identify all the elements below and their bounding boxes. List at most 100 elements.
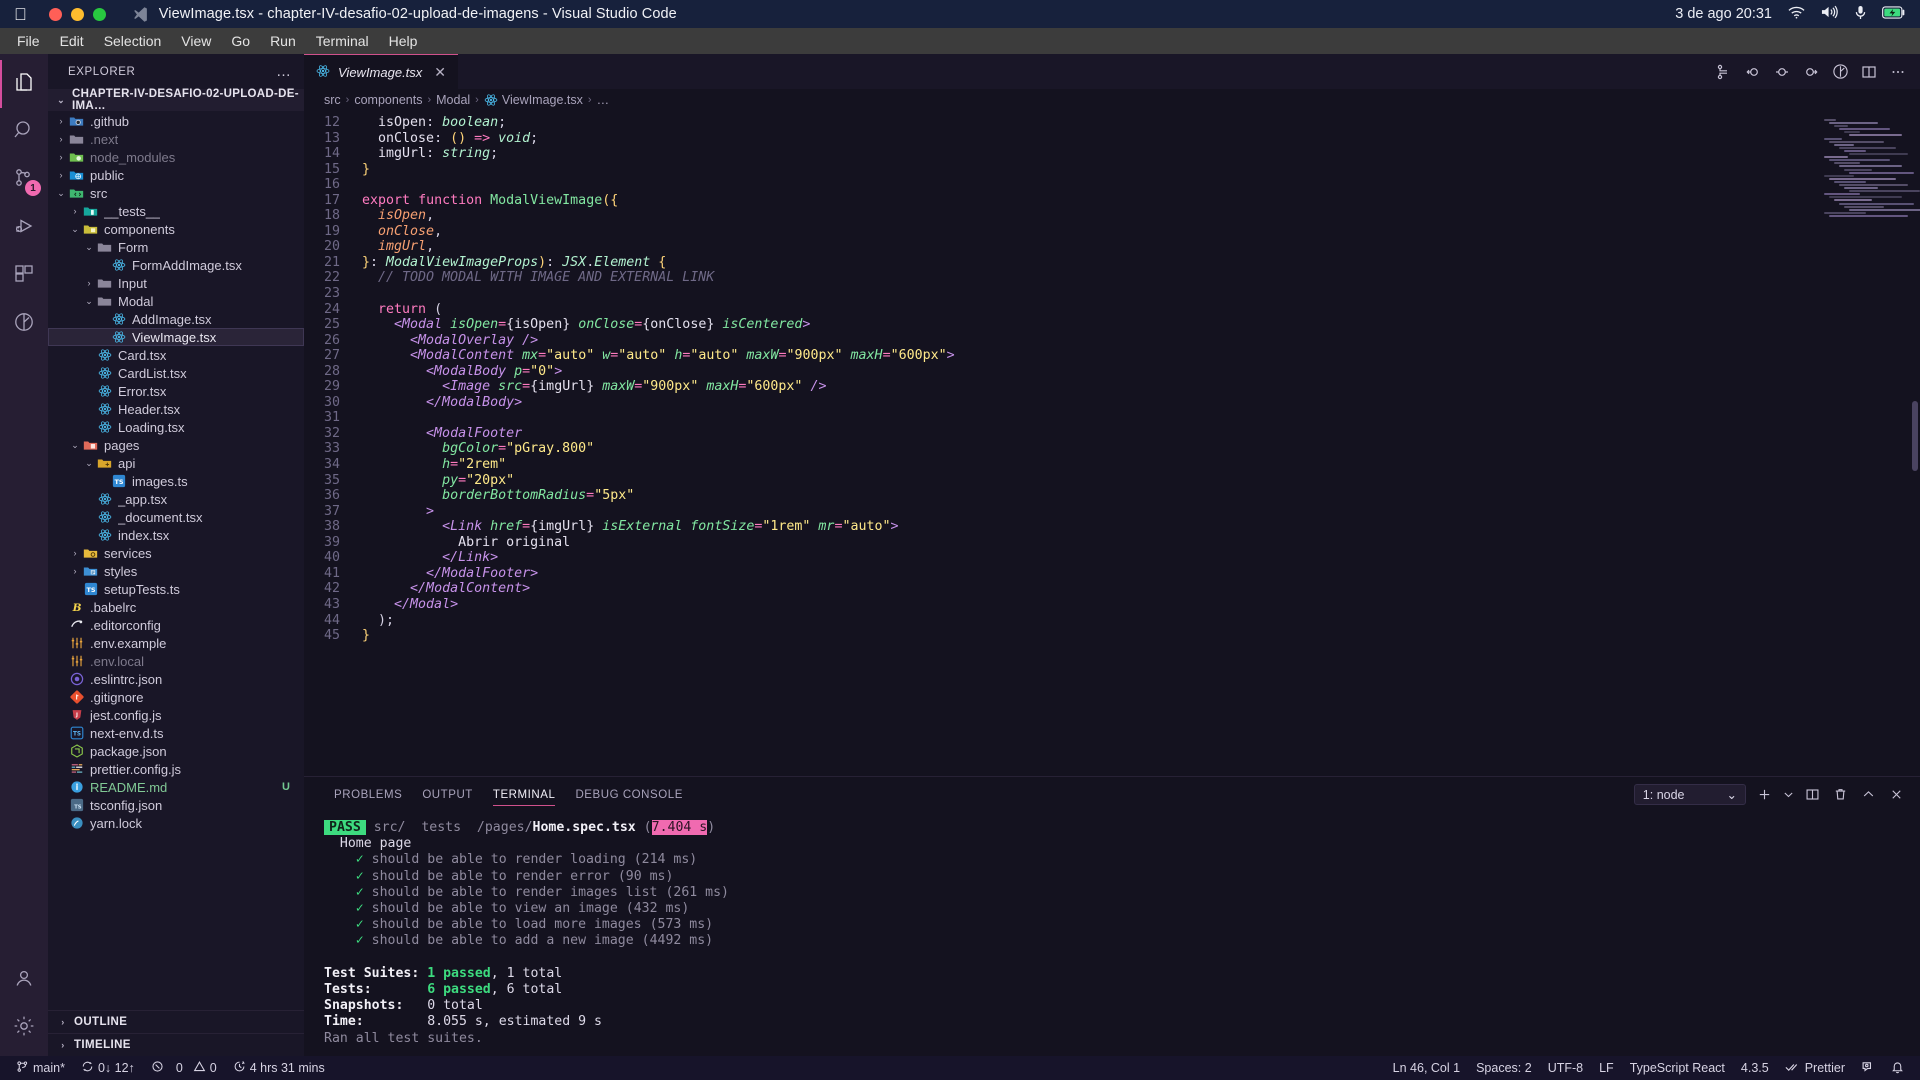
status-bar-remote-branch[interactable]: main* — [8, 1056, 73, 1080]
status-bar-wakatime[interactable]: 4 hrs 31 mins — [225, 1056, 333, 1080]
status-bar-indentation[interactable]: Spaces: 2 — [1468, 1056, 1540, 1080]
file-tree-item-editorconfig[interactable]: .editorconfig — [48, 616, 304, 634]
file-tree-item-app-tsx[interactable]: _app.tsx — [48, 490, 304, 508]
run-step-back-icon[interactable] — [1741, 60, 1765, 84]
activity-bar-item-search[interactable] — [0, 108, 48, 156]
file-tree-item-formaddimage-tsx[interactable]: FormAddImage.tsx — [48, 256, 304, 274]
file-tree-item-package-json[interactable]: package.json — [48, 742, 304, 760]
run-current-icon[interactable] — [1770, 60, 1794, 84]
maximize-panel-icon[interactable] — [1858, 785, 1878, 805]
status-bar-cursor-position[interactable]: Ln 46, Col 1 — [1385, 1056, 1468, 1080]
file-tree-item-next[interactable]: › .next — [48, 130, 304, 148]
explorer-more-actions-icon[interactable]: … — [276, 63, 292, 80]
file-tree-item-api[interactable]: ⌄ api — [48, 454, 304, 472]
maximize-window-button[interactable] — [92, 7, 106, 21]
menu-run[interactable]: Run — [261, 31, 305, 51]
terminal-selector-dropdown[interactable]: 1: node ⌄ — [1633, 784, 1746, 805]
minimize-window-button[interactable] — [70, 7, 84, 21]
activity-bar-item-source-control[interactable]: 1 — [0, 156, 48, 204]
close-window-button[interactable] — [48, 7, 62, 21]
chevron-right-icon[interactable]: › — [68, 206, 82, 216]
file-tree-item-images-ts[interactable]: TS images.ts — [48, 472, 304, 490]
menu-view[interactable]: View — [172, 31, 220, 51]
split-terminal-icon[interactable] — [1802, 785, 1822, 805]
file-tree-item-viewimage-tsx[interactable]: ViewImage.tsx — [48, 328, 304, 346]
file-tree-item-readme-md[interactable]: README.md U — [48, 778, 304, 796]
file-tree-item-babelrc[interactable]: B .babelrc — [48, 598, 304, 616]
status-bar-eol[interactable]: LF — [1591, 1056, 1622, 1080]
chevron-down-icon[interactable]: ⌄ — [68, 224, 82, 235]
status-bar-encoding[interactable]: UTF-8 — [1540, 1056, 1591, 1080]
chevron-down-icon[interactable]: ⌄ — [82, 242, 96, 253]
editor-scrollbar-thumb[interactable] — [1912, 401, 1918, 471]
file-tree-item-index-tsx[interactable]: index.tsx — [48, 526, 304, 544]
status-bar-sync-changes[interactable]: 0↓ 12↑ — [73, 1056, 143, 1080]
activity-bar-item-extensions[interactable] — [0, 252, 48, 300]
menu-edit[interactable]: Edit — [51, 31, 93, 51]
menu-file[interactable]: File — [8, 31, 49, 51]
apple-logo-icon[interactable]:  — [14, 6, 27, 23]
terminal-dropdown-icon[interactable] — [1782, 785, 1794, 805]
file-tree-item-input[interactable]: › Input — [48, 274, 304, 292]
battery-charging-icon[interactable] — [1882, 5, 1906, 23]
chevron-down-icon[interactable]: ⌄ — [82, 458, 96, 469]
file-tree-item-gitignore[interactable]: .gitignore — [48, 688, 304, 706]
menu-terminal[interactable]: Terminal — [307, 31, 378, 51]
file-tree-item-env-example[interactable]: .env.example — [48, 634, 304, 652]
panel-tab-problems[interactable]: PROBLEMS — [324, 777, 412, 812]
status-bar-problems[interactable]: 00 — [143, 1056, 225, 1080]
close-icon[interactable]: ✕ — [434, 64, 446, 81]
minimap[interactable] — [1820, 111, 1920, 776]
breadcrumb-item[interactable]: components — [354, 93, 422, 107]
run-debug-icon[interactable] — [1828, 60, 1852, 84]
breadcrumb-item[interactable]: ViewImage.tsx — [484, 93, 583, 107]
file-tree-item-tests[interactable]: › __tests__ — [48, 202, 304, 220]
kill-terminal-icon[interactable] — [1830, 785, 1850, 805]
file-tree-item-document-tsx[interactable]: _document.tsx — [48, 508, 304, 526]
chevron-down-icon[interactable]: ⌄ — [68, 440, 82, 451]
sidebar-section-timeline[interactable]: › TIMELINE — [48, 1033, 304, 1056]
file-tree-item-env-local[interactable]: .env.local — [48, 652, 304, 670]
close-panel-icon[interactable] — [1886, 785, 1906, 805]
breadcrumb[interactable]: src › components › Modal › ViewImage.tsx ›… — [304, 89, 1920, 111]
menu-go[interactable]: Go — [222, 31, 259, 51]
microphone-icon[interactable] — [1855, 5, 1866, 24]
file-tree-item-error-tsx[interactable]: Error.tsx — [48, 382, 304, 400]
menu-help[interactable]: Help — [380, 31, 427, 51]
new-terminal-icon[interactable] — [1754, 785, 1774, 805]
breadcrumb-item[interactable]: src — [324, 93, 341, 107]
sidebar-section-outline[interactable]: › OUTLINE — [48, 1010, 304, 1033]
file-tree-item-eslintrc-json[interactable]: .eslintrc.json — [48, 670, 304, 688]
chevron-right-icon[interactable]: › — [54, 152, 68, 162]
file-tree-item-card-tsx[interactable]: Card.tsx — [48, 346, 304, 364]
file-tree-item-services[interactable]: › services — [48, 544, 304, 562]
file-tree-item-styles[interactable]: › styles — [48, 562, 304, 580]
source-code[interactable]: 12 isOpen: boolean; 13 onClose: () => vo… — [304, 111, 1820, 644]
terminal-output[interactable]: PASS src/ tests /pages/Home.spec.tsx (7.… — [304, 812, 1920, 1056]
status-bar-notifications[interactable] — [1883, 1056, 1912, 1080]
panel-tab-output[interactable]: OUTPUT — [412, 777, 483, 812]
file-tree-item-components[interactable]: ⌄ components — [48, 220, 304, 238]
split-test-icon[interactable] — [1712, 60, 1736, 84]
chevron-right-icon[interactable]: › — [54, 134, 68, 144]
file-tree-item-addimage-tsx[interactable]: AddImage.tsx — [48, 310, 304, 328]
code-surface[interactable]: 12 isOpen: boolean; 13 onClose: () => vo… — [304, 111, 1820, 776]
chevron-right-icon[interactable]: › — [68, 548, 82, 558]
chevron-right-icon[interactable]: › — [82, 278, 96, 288]
file-tree-item-pages[interactable]: ⌄ pages — [48, 436, 304, 454]
menu-selection[interactable]: Selection — [95, 31, 171, 51]
explorer-root-folder[interactable]: ⌄ CHAPTER-IV-DESAFIO-02-UPLOAD-DE-IMA… — [48, 88, 304, 112]
file-tree-item-form[interactable]: ⌄ Form — [48, 238, 304, 256]
activity-bar-item-settings[interactable] — [0, 1004, 48, 1052]
status-bar-live-share[interactable] — [1853, 1056, 1883, 1080]
chevron-right-icon[interactable]: › — [68, 566, 82, 576]
file-tree-item-node-modules[interactable]: › node_modules — [48, 148, 304, 166]
panel-tab-debug-console[interactable]: DEBUG CONSOLE — [565, 777, 692, 812]
file-tree-item-modal[interactable]: ⌄ Modal — [48, 292, 304, 310]
tab-viewimage-tsx[interactable]: ViewImage.tsx ✕ — [304, 54, 459, 89]
file-tree-item-tsconfig-json[interactable]: TS tsconfig.json — [48, 796, 304, 814]
file-tree-item-header-tsx[interactable]: Header.tsx — [48, 400, 304, 418]
file-tree-item-jest-config-js[interactable]: J jest.config.js — [48, 706, 304, 724]
volume-icon[interactable] — [1821, 5, 1839, 23]
activity-bar-item-accounts[interactable] — [0, 956, 48, 1004]
